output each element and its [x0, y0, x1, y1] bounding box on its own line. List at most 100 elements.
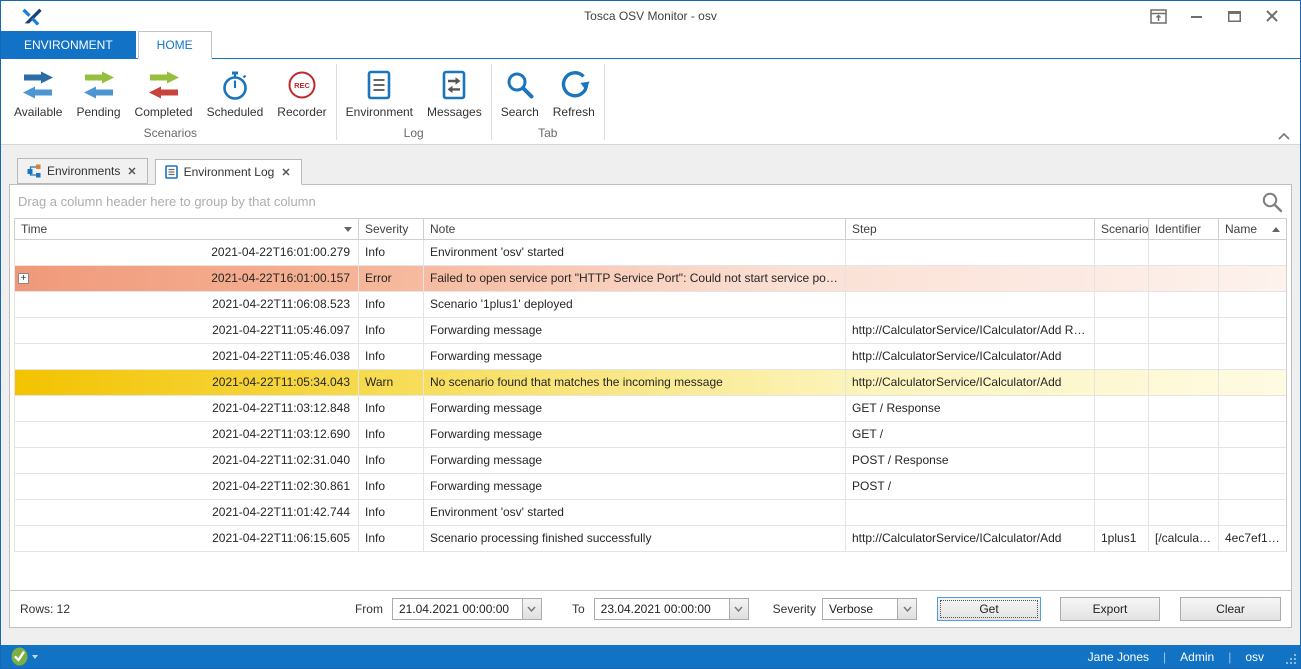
button-label: Refresh — [553, 105, 595, 119]
cell-name — [1219, 448, 1286, 474]
cell-step: GET / Response — [846, 396, 1095, 422]
close-icon[interactable]: ✕ — [280, 166, 291, 179]
cell-note: Forwarding message — [424, 318, 846, 344]
sort-asc-icon — [1272, 227, 1280, 232]
collapse-ribbon-icon[interactable] — [1146, 5, 1170, 27]
cell-name — [1219, 500, 1286, 526]
close-icon[interactable] — [1260, 5, 1284, 27]
chevron-down-icon[interactable] — [522, 599, 541, 619]
app-window: Tosca OSV Monitor - osv ENVIRONMENT HOME — [0, 0, 1301, 669]
status-environment: osv — [1245, 650, 1264, 664]
from-date-picker[interactable]: 21.04.2021 00:00:00 — [392, 598, 542, 620]
table-row[interactable]: 2021-04-22T11:03:12.848 Info Forwarding … — [15, 396, 1286, 422]
column-header-name[interactable]: Name — [1219, 219, 1286, 239]
ribbon-group-scenarios: Available Pending Completed — [7, 61, 334, 144]
column-header-note[interactable]: Note — [424, 219, 846, 239]
cell-name — [1219, 396, 1286, 422]
column-header-time[interactable]: Time — [15, 219, 359, 239]
pending-button[interactable]: Pending — [69, 64, 127, 122]
search-icon[interactable] — [1261, 191, 1283, 213]
cell-identifier: [/calculat… — [1149, 526, 1219, 552]
available-button[interactable]: Available — [7, 64, 69, 122]
cell-time: 2021-04-22T11:03:12.690 — [212, 427, 350, 441]
column-header-identifier[interactable]: Identifier — [1149, 219, 1219, 239]
cell-name — [1219, 474, 1286, 500]
cell-name — [1219, 344, 1286, 370]
row-expander[interactable] — [18, 273, 29, 284]
cell-time: 2021-04-22T11:05:46.097 — [212, 323, 350, 337]
group-by-bar[interactable]: Drag a column header here to group by th… — [10, 185, 1291, 218]
cell-scenario — [1095, 422, 1149, 448]
close-icon[interactable]: ✕ — [126, 165, 137, 178]
cell-time: 2021-04-22T11:05:46.038 — [212, 349, 350, 363]
cell-scenario — [1095, 240, 1149, 266]
group-label-tab: Tab — [494, 125, 602, 144]
chevron-down-icon[interactable] — [729, 599, 748, 619]
cell-note: Scenario processing finished successfull… — [424, 526, 846, 552]
cell-identifier — [1149, 292, 1219, 318]
cell-severity: Info — [359, 500, 424, 526]
cell-time: 2021-04-22T11:06:08.523 — [212, 297, 350, 311]
to-date-picker[interactable]: 23.04.2021 00:00:00 — [594, 598, 749, 620]
tab-environments[interactable]: Environments ✕ — [17, 158, 148, 184]
messages-log-button[interactable]: Messages — [420, 64, 489, 122]
button-label: Messages — [427, 105, 482, 119]
table-row[interactable]: 2021-04-22T11:05:46.097 Info Forwarding … — [15, 318, 1286, 344]
table-row[interactable]: 2021-04-22T16:01:00.157 Error Failed to … — [15, 266, 1286, 292]
connection-status[interactable] — [11, 647, 38, 666]
export-button[interactable]: Export — [1060, 597, 1160, 621]
cell-step — [846, 500, 1095, 526]
table-row[interactable]: 2021-04-22T11:03:12.690 Info Forwarding … — [15, 422, 1286, 448]
main-content: Environments ✕ Environment Log ✕ Drag a … — [1, 145, 1300, 645]
ribbon-group-tab: Search Refresh Tab — [494, 61, 602, 144]
cell-identifier — [1149, 266, 1219, 292]
cell-scenario — [1095, 474, 1149, 500]
column-header-severity[interactable]: Severity — [359, 219, 424, 239]
tab-environment[interactable]: ENVIRONMENT — [1, 31, 136, 58]
severity-select[interactable]: Verbose — [822, 598, 917, 620]
table-row[interactable]: 2021-04-22T11:05:34.043 Warn No scenario… — [15, 370, 1286, 396]
table-row[interactable]: 2021-04-22T11:01:42.744 Info Environment… — [15, 500, 1286, 526]
collapse-ribbon-chevron-icon[interactable] — [1278, 133, 1290, 140]
status-user: Jane Jones — [1088, 650, 1149, 664]
column-header-scenario[interactable]: Scenario — [1095, 219, 1149, 239]
tab-environment-log[interactable]: Environment Log ✕ — [155, 159, 302, 185]
cell-step: http://CalculatorService/ICalculator/Add — [846, 526, 1095, 552]
button-label: Search — [501, 105, 539, 119]
tab-home[interactable]: HOME — [138, 31, 212, 59]
log-document-icon — [165, 165, 178, 179]
cell-time: 2021-04-22T11:02:31.040 — [212, 453, 350, 467]
stopwatch-icon — [219, 67, 251, 103]
cell-name — [1219, 370, 1286, 396]
chevron-down-icon[interactable] — [897, 599, 916, 619]
table-row[interactable]: 2021-04-22T11:02:31.040 Info Forwarding … — [15, 448, 1286, 474]
grid-empty-area — [14, 552, 1287, 590]
cell-name — [1219, 266, 1286, 292]
table-row[interactable]: 2021-04-22T11:06:08.523 Info Scenario '1… — [15, 292, 1286, 318]
cell-step: GET / — [846, 422, 1095, 448]
table-row[interactable]: 2021-04-22T11:06:15.605 Info Scenario pr… — [15, 526, 1286, 552]
get-button[interactable]: Get — [937, 597, 1041, 621]
search-button[interactable]: Search — [494, 64, 546, 122]
refresh-button[interactable]: Refresh — [546, 64, 602, 122]
minimize-icon[interactable] — [1184, 5, 1208, 27]
cell-step: http://CalculatorService/ICalculator/Add — [846, 344, 1095, 370]
cell-time: 2021-04-22T11:01:42.744 — [212, 505, 350, 519]
scheduled-button[interactable]: Scheduled — [200, 64, 271, 122]
chevron-down-icon[interactable] — [32, 655, 38, 659]
cell-scenario — [1095, 266, 1149, 292]
column-header-step[interactable]: Step — [846, 219, 1095, 239]
resize-grip[interactable] — [1294, 662, 1296, 664]
environment-log-button[interactable]: Environment — [339, 64, 420, 122]
table-row[interactable]: 2021-04-22T11:05:46.038 Info Forwarding … — [15, 344, 1286, 370]
clear-button[interactable]: Clear — [1180, 597, 1281, 621]
swap-arrows-green-blue-icon — [83, 67, 115, 103]
tab-label: Environment Log — [184, 165, 275, 179]
magnifier-icon — [504, 67, 536, 103]
table-row[interactable]: 2021-04-22T16:01:00.279 Info Environment… — [15, 240, 1286, 266]
cell-step: http://CalculatorService/ICalculator/Add… — [846, 318, 1095, 344]
table-row[interactable]: 2021-04-22T11:02:30.861 Info Forwarding … — [15, 474, 1286, 500]
maximize-icon[interactable] — [1222, 5, 1246, 27]
recorder-button[interactable]: REC Recorder — [270, 64, 333, 122]
completed-button[interactable]: Completed — [128, 64, 200, 122]
